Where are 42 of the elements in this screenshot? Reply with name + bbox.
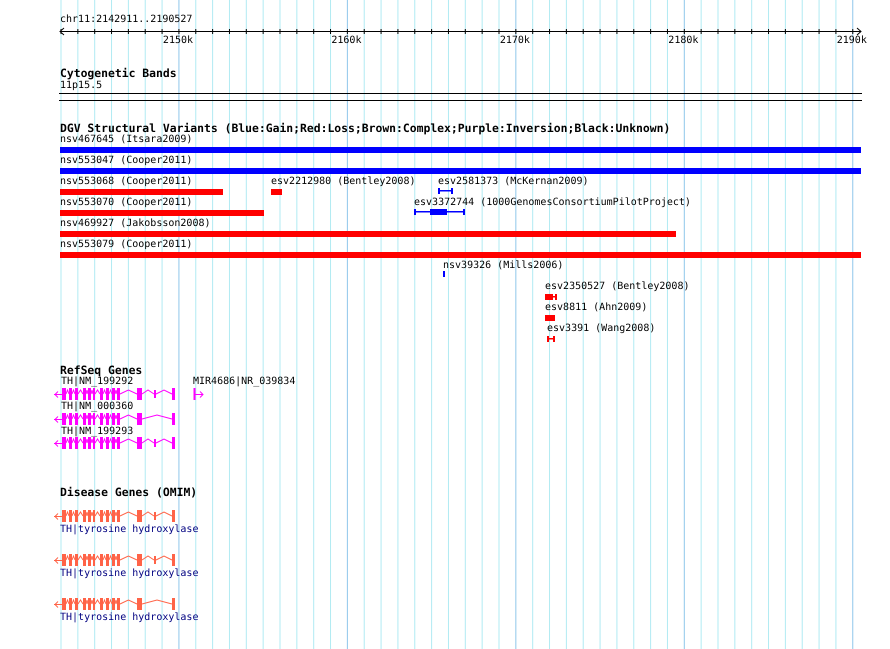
feature-label: nsv553068 (Cooper2011) [60,176,192,188]
gene-glyph[interactable] [54,413,175,425]
feature-label: esv2581373 (McKernan2009) [438,176,589,188]
feature-label: nsv553079 (Cooper2011) [60,239,192,251]
track-title: RefSeq Genes [60,364,142,377]
feature-label: TH|tyrosine hydroxylase [60,524,198,536]
feature-label: nsv553047 (Cooper2011) [60,155,192,167]
feature-label: esv3372744 (1000GenomesConsortiumPilotProject) [414,197,691,209]
tick-label: 2160k [331,35,362,47]
feature-label: MIR4686|NR_039834 [193,376,296,388]
tick-label: 2170k [500,35,530,47]
track-title: DGV Structural Variants (Blue:Gain;Red:Loss;Brown:Complex;Purple:Inversion;Black:Unknown) [60,122,670,135]
tick-label: 2150k [162,35,194,47]
feature-label: esv2350527 (Bentley2008) [545,281,690,293]
feature-label: TH|tyrosine hydroxylase [60,568,198,580]
variant-glyph[interactable] [545,294,557,300]
feature-label: nsv39326 (Mills2006) [443,260,564,272]
gene-glyph[interactable] [54,510,175,522]
feature-label: nsv553070 (Cooper2011) [60,197,192,209]
tick-label: 2190k [836,35,867,47]
feature-label: TH|NM_199292 [61,376,134,388]
location-label: chr11:2142911..2190527 [60,14,192,26]
feature-label: esv8811 (Ahn2009) [545,302,648,314]
gene-glyph[interactable] [54,598,175,610]
feature-label: nsv469927 (Jakobsson2008) [60,218,211,230]
gene-glyph[interactable] [54,388,175,400]
feature-label: TH|NM_199293 [61,426,134,438]
track-title: Cytogenetic Bands [60,67,177,80]
feature-label: TH|tyrosine hydroxylase [60,612,198,624]
feature-label: esv3391 (Wang2008) [547,323,656,335]
tick-label: 2180k [668,35,698,47]
feature-label: nsv467645 (Itsara2009) [60,134,192,146]
gene-glyph[interactable] [194,388,204,400]
variant-glyph[interactable] [438,188,453,194]
variant-glyph[interactable] [414,209,465,215]
track-title: Disease Genes (OMIM) [60,486,198,499]
feature-label: TH|NM_000360 [61,401,134,413]
feature-label: esv2212980 (Bentley2008) [271,176,416,188]
gene-glyph[interactable] [54,437,175,449]
variant-glyph[interactable] [547,336,555,342]
band-label: 11p15.5 [60,80,102,92]
gene-glyph[interactable] [54,554,175,566]
